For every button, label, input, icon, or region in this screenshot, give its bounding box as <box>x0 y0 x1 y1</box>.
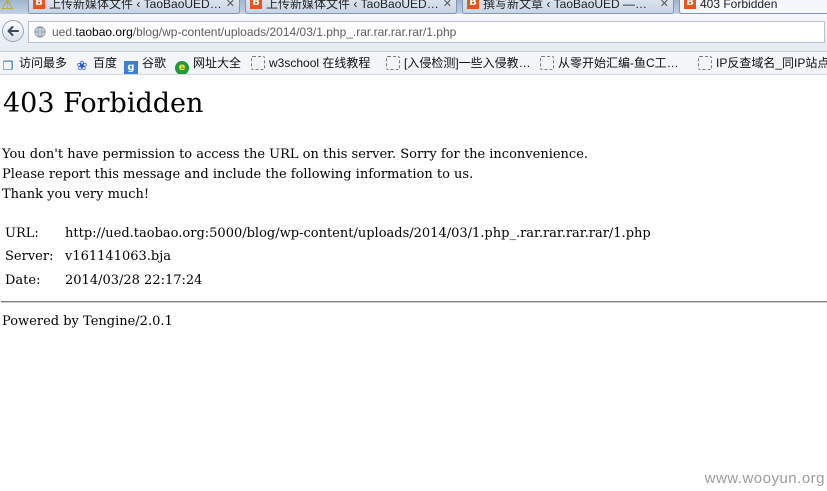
url-text[interactable]: ued.taobao.org/blog/wp-content/uploads/2… <box>52 24 456 40</box>
bookmarks-bar: ❐ 访问最多 ❀ 百度 g 谷歌 e 网址大全 w3school 在线教程 [入侵检测]… <box>0 52 827 75</box>
blank-page-icon <box>540 56 554 70</box>
watermark: www.wooyun.org <box>704 470 825 487</box>
back-arrow-icon <box>7 26 19 36</box>
blank-page-icon <box>251 56 265 70</box>
bookmark-most-visited[interactable]: ❐ 访问最多 <box>1 54 67 73</box>
tab-upload-media-1[interactable]: B 上传新媒体文件 ‹ TaoBaoUED… ✕ <box>28 0 240 14</box>
tab-new-post[interactable]: B 撰写新文章 ‹ TaoBaoUED —… ✕ <box>462 0 674 14</box>
url-host: taobao.org <box>75 25 133 39</box>
blank-page-icon <box>698 56 712 70</box>
tab-strip: ⚠ B 上传新媒体文件 ‹ TaoBaoUED… ✕ B 上传新媒体文件 ‹ T… <box>0 0 827 14</box>
page-title: 403 Forbidden <box>3 88 204 119</box>
globe-icon <box>34 26 46 38</box>
bookmark-url-directory[interactable]: e 网址大全 <box>175 54 241 74</box>
bookmark-baidu[interactable]: ❀ 百度 <box>75 54 117 74</box>
sidebar-icon: ❐ <box>2 59 14 73</box>
tab-title: 撰写新文章 ‹ TaoBaoUED —… <box>483 0 648 11</box>
server-footer: Powered by Tengine/2.0.1 <box>2 314 173 329</box>
google-icon: g <box>124 61 138 74</box>
close-icon[interactable]: ✕ <box>660 0 669 12</box>
info-key: Server: <box>5 249 54 264</box>
tab-403-forbidden[interactable]: B 403 Forbidden <box>679 0 827 14</box>
wordpress-tab-icon: B <box>684 0 696 9</box>
warning-icon: ⚠ <box>1 0 14 12</box>
wordpress-tab-icon: B <box>467 0 479 9</box>
error-message-line: You don't have permission to access the … <box>2 147 589 162</box>
wordpress-tab-icon: B <box>33 0 45 9</box>
back-button[interactable] <box>2 20 24 42</box>
info-key: URL: <box>5 226 39 241</box>
bookmark-ip-reverse-lookup[interactable]: IP反查域名_同IP站点 <box>698 54 827 72</box>
horizontal-rule <box>1 301 827 303</box>
wordpress-tab-icon: B <box>250 0 262 9</box>
blank-page-icon <box>386 56 400 70</box>
bookmark-google[interactable]: g 谷歌 <box>124 54 166 74</box>
close-icon[interactable]: ✕ <box>226 0 235 12</box>
bookmark-assembly-tutorial[interactable]: 从零开始汇编-鱼C工… <box>540 54 679 72</box>
url-path: /blog/wp-content/uploads/2014/03/1.php_.… <box>132 25 457 39</box>
tab-title: 上传新媒体文件 ‹ TaoBaoUED… <box>266 0 439 11</box>
baidu-paw-icon: ❀ <box>76 59 88 74</box>
tab-title: 403 Forbidden <box>700 0 778 11</box>
info-key: Date: <box>5 273 41 288</box>
page-content: 403 Forbidden You don't have permission … <box>0 75 827 491</box>
error-message-line: Thank you very much! <box>2 187 150 202</box>
close-icon[interactable]: ✕ <box>443 0 452 12</box>
info-value: 2014/03/28 22:17:24 <box>65 273 203 288</box>
tab-title: 上传新媒体文件 ‹ TaoBaoUED… <box>49 0 222 11</box>
info-value: v161141063.bja <box>65 249 172 264</box>
globe-green-icon: e <box>175 61 189 74</box>
navigation-bar: ued.taobao.org/blog/wp-content/uploads/2… <box>0 14 827 52</box>
bookmark-intrusion-detection[interactable]: [入侵检测]一些入侵教… <box>386 54 531 72</box>
address-bar[interactable]: ued.taobao.org/blog/wp-content/uploads/2… <box>28 21 825 43</box>
error-message-line: Please report this message and include t… <box>2 167 474 182</box>
bookmark-w3school[interactable]: w3school 在线教程 <box>251 54 370 72</box>
tab-upload-media-2[interactable]: B 上传新媒体文件 ‹ TaoBaoUED… ✕ <box>245 0 457 14</box>
info-value: http://ued.taobao.org:5000/blog/wp-conte… <box>65 226 651 241</box>
